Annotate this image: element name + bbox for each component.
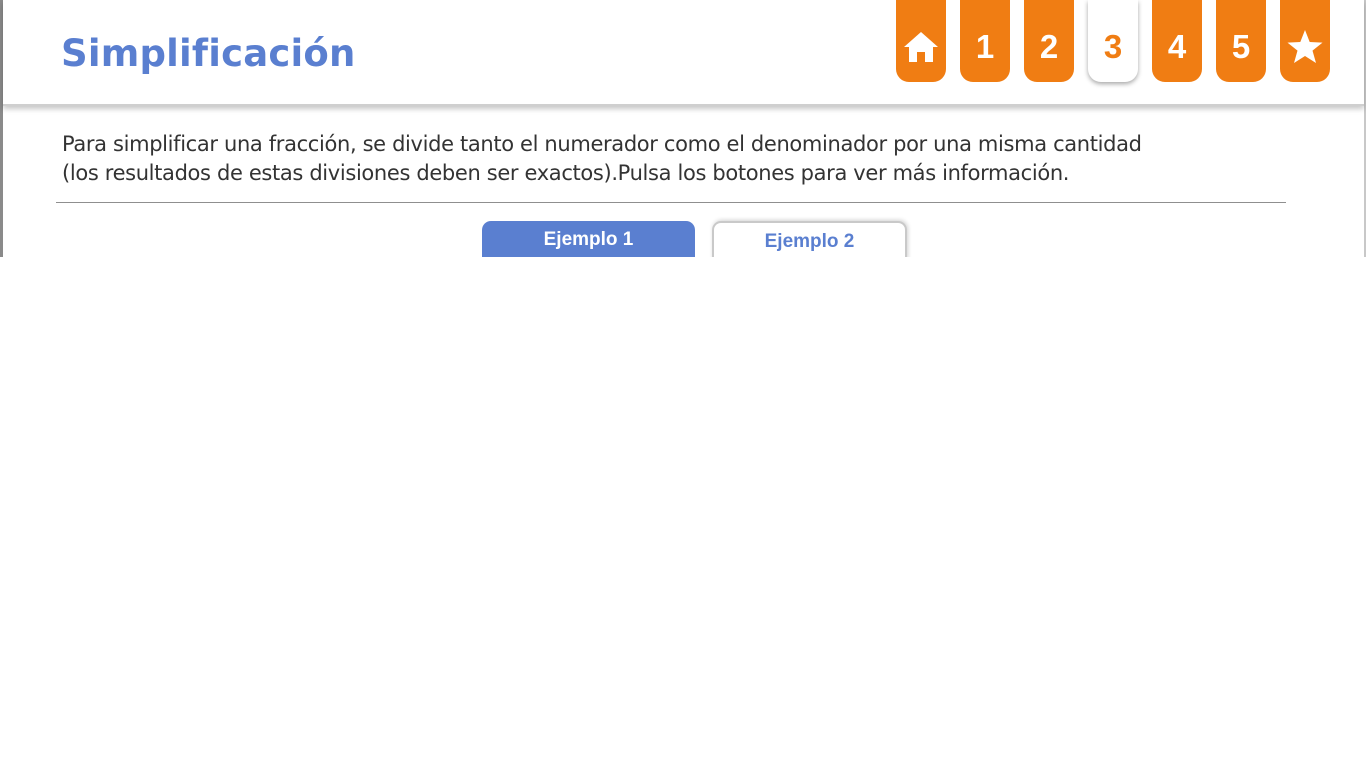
intro-line-2: (los resultados de estas divisiones debe… — [62, 161, 1070, 185]
page-title: Simplificación — [61, 32, 356, 75]
example-1-tab[interactable]: Ejemplo 1 — [482, 221, 695, 257]
example-2-tab[interactable]: Ejemplo 2 — [712, 221, 907, 257]
nav-tab-1[interactable]: 1 — [960, 0, 1010, 82]
app-window: Simplificación 1 2 3 4 5 Para simplifica… — [0, 0, 1366, 257]
nav-tab-2[interactable]: 2 — [1024, 0, 1074, 82]
home-icon — [902, 30, 940, 64]
nav-tab-4[interactable]: 4 — [1152, 0, 1202, 82]
nav-home-button[interactable] — [896, 0, 946, 82]
content-divider — [56, 202, 1286, 203]
nav-tab-3[interactable]: 3 — [1088, 0, 1138, 82]
nav-tab-5[interactable]: 5 — [1216, 0, 1266, 82]
intro-text: Para simplificar una fracción, se divide… — [62, 130, 1332, 188]
header-bar: Simplificación 1 2 3 4 5 — [3, 0, 1364, 106]
nav-star-button[interactable] — [1280, 0, 1330, 82]
star-icon — [1286, 29, 1324, 65]
intro-line-1: Para simplificar una fracción, se divide… — [62, 132, 1142, 156]
